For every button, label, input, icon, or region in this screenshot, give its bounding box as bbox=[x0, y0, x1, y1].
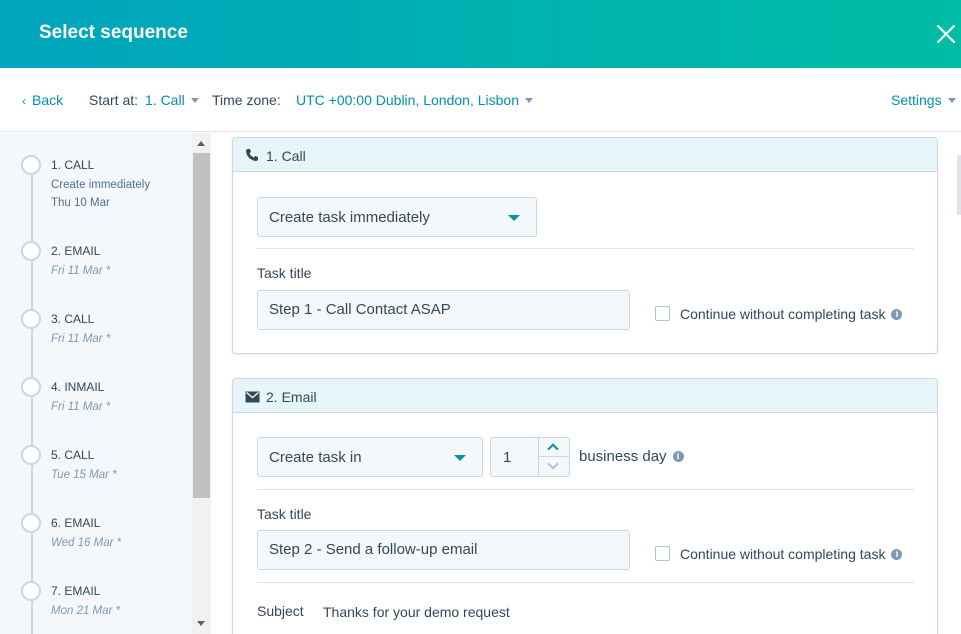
step-dot bbox=[21, 445, 41, 465]
delay-unit-label: business day i bbox=[579, 448, 684, 465]
start-at-label: Start at: bbox=[89, 92, 139, 108]
main-scrollbar[interactable] bbox=[957, 155, 961, 215]
step-dot bbox=[21, 241, 41, 261]
task-title-label: Task title bbox=[257, 506, 312, 522]
step-title: 7. EMAIL bbox=[51, 584, 101, 598]
back-label: Back bbox=[32, 92, 64, 108]
divider bbox=[257, 489, 914, 490]
modal-header: Select sequence bbox=[0, 0, 961, 68]
step-date: Mon 21 Mar * bbox=[51, 605, 121, 617]
continue-label: Continue without completing task i bbox=[680, 546, 903, 562]
timezone-dropdown[interactable]: UTC +00:00 Dublin, London, Lisbon bbox=[296, 92, 533, 108]
start-at-value: 1. Call bbox=[145, 92, 185, 108]
step-date: Fri 11 Mar * bbox=[51, 265, 111, 277]
caret-down-icon bbox=[947, 97, 956, 103]
step-title: 2. EMAIL bbox=[51, 244, 101, 258]
step-subtitle: Create immediately bbox=[51, 179, 151, 191]
sequence-timeline: 1. CALL Create immediately Thu 10 Mar 2.… bbox=[0, 133, 192, 634]
step-dot bbox=[21, 377, 41, 397]
caret-down-icon bbox=[524, 97, 533, 103]
envelope-icon bbox=[245, 390, 260, 408]
settings-label: Settings bbox=[891, 92, 942, 108]
subject-label: Subject bbox=[257, 603, 304, 619]
dropdown-arrow-icon bbox=[508, 215, 520, 221]
step-title: 4. INMAIL bbox=[51, 380, 105, 394]
delay-unit-text: business day bbox=[579, 448, 667, 465]
task-title-value: Step 2 - Send a follow-up email bbox=[269, 541, 478, 558]
scrollbar-thumb[interactable] bbox=[193, 153, 210, 498]
dropdown-arrow-icon bbox=[454, 455, 466, 461]
start-at-dropdown[interactable]: 1. Call bbox=[145, 92, 199, 108]
divider bbox=[257, 248, 914, 249]
step-title: 5. CALL bbox=[51, 448, 95, 462]
task-title-input[interactable]: Step 1 - Call Contact ASAP bbox=[257, 290, 630, 330]
continue-text: Continue without completing task bbox=[680, 306, 886, 322]
step-title: 3. CALL bbox=[51, 312, 95, 326]
step-dot bbox=[21, 513, 41, 533]
timeline-line bbox=[31, 163, 33, 634]
chevron-left-icon: ‹ bbox=[22, 94, 26, 108]
step-dot bbox=[21, 155, 41, 175]
back-button[interactable]: ‹ Back bbox=[22, 92, 63, 108]
subject-value[interactable]: Thanks for your demo request bbox=[323, 604, 510, 620]
sidebar-scrollbar[interactable] bbox=[192, 133, 211, 634]
modal-title: Select sequence bbox=[39, 22, 188, 43]
step-date: Wed 16 Mar * bbox=[51, 537, 122, 549]
delay-value: 1 bbox=[503, 449, 512, 466]
step-title: 1. CALL bbox=[51, 158, 95, 172]
task-title-value: Step 1 - Call Contact ASAP bbox=[269, 301, 451, 318]
task-timing-value: Create task immediately bbox=[269, 209, 430, 226]
continue-text: Continue without completing task bbox=[680, 546, 886, 562]
task-timing-value: Create task in bbox=[269, 449, 362, 466]
decrement-icon[interactable] bbox=[539, 457, 569, 475]
continue-checkbox[interactable] bbox=[655, 306, 670, 321]
task-title-label: Task title bbox=[257, 265, 312, 281]
step-card-call: 1. Call Create task immediately Task tit… bbox=[232, 137, 938, 354]
increment-icon[interactable] bbox=[539, 438, 569, 457]
step-date: Fri 11 Mar * bbox=[51, 401, 111, 413]
info-icon[interactable]: i bbox=[891, 308, 903, 320]
step-date: Thu 10 Mar bbox=[51, 197, 110, 209]
step-date: Fri 11 Mar * bbox=[51, 333, 111, 345]
card-title: 2. Email bbox=[266, 389, 317, 405]
step-dot bbox=[21, 581, 41, 601]
card-header: 2. Email bbox=[233, 379, 937, 413]
scroll-up-arrow-icon[interactable] bbox=[197, 141, 205, 146]
settings-dropdown[interactable]: Settings bbox=[891, 92, 956, 108]
phone-icon bbox=[245, 148, 259, 167]
card-title: 1. Call bbox=[266, 148, 306, 164]
step-date: Tue 15 Mar * bbox=[51, 469, 117, 481]
step-card-email: 2. Email Create task in 1 business day i … bbox=[232, 378, 938, 634]
steps-editor: 1. Call Create task immediately Task tit… bbox=[211, 133, 961, 634]
caret-down-icon bbox=[190, 97, 199, 103]
continue-label: Continue without completing task i bbox=[680, 306, 903, 322]
close-icon[interactable] bbox=[935, 23, 957, 45]
info-icon[interactable]: i bbox=[672, 450, 684, 462]
delay-stepper[interactable]: 1 bbox=[490, 437, 570, 477]
continue-checkbox[interactable] bbox=[655, 546, 670, 561]
divider bbox=[257, 582, 914, 583]
scroll-down-arrow-icon[interactable] bbox=[197, 621, 205, 626]
info-icon[interactable]: i bbox=[891, 548, 903, 560]
task-timing-select[interactable]: Create task in bbox=[257, 437, 483, 477]
task-title-input[interactable]: Step 2 - Send a follow-up email bbox=[257, 530, 630, 570]
step-title: 6. EMAIL bbox=[51, 516, 101, 530]
task-timing-select[interactable]: Create task immediately bbox=[257, 197, 537, 237]
step-dot bbox=[21, 309, 41, 329]
timezone-value: UTC +00:00 Dublin, London, Lisbon bbox=[296, 92, 519, 108]
timezone-label: Time zone: bbox=[212, 92, 281, 108]
toolbar: ‹ Back Start at: 1. Call Time zone: UTC +… bbox=[0, 68, 961, 132]
card-header: 1. Call bbox=[233, 138, 937, 172]
